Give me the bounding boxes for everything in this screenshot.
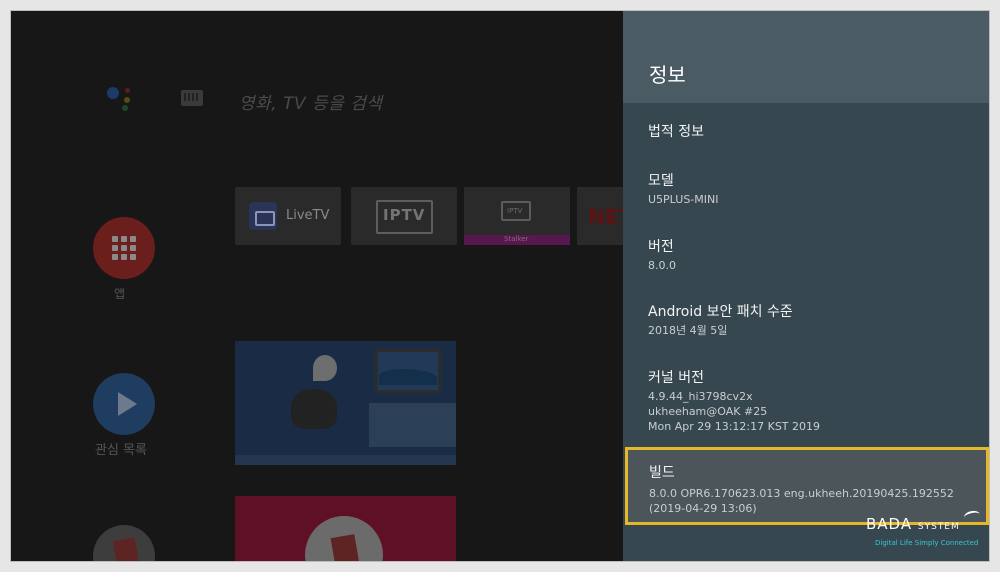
movies-poster[interactable]	[235, 496, 456, 561]
watermark-tagline: Digital Life Simply Connected	[875, 539, 979, 547]
film-icon	[112, 537, 140, 561]
stalker-label: Stalker	[504, 235, 529, 243]
menu-item-title: Android 보안 패치 수준	[648, 304, 793, 320]
menu-item-legal-info[interactable]: 법적 정보	[623, 121, 989, 151]
watchlist-button[interactable]	[93, 373, 155, 435]
menu-item-title: 커널 버전	[648, 370, 704, 386]
stalker-app-tile[interactable]: IPTV Stalker	[464, 187, 570, 245]
menu-item-security-patch[interactable]: Android 보안 패치 수준 2018년 4월 5일	[623, 301, 989, 341]
kernel-line: ukheeham@OAK #25	[648, 405, 768, 418]
menu-item-model[interactable]: 모델 U5PLUS-MINI	[623, 170, 989, 210]
menu-item-value: 8.0.0 OPR6.170623.013 eng.ukheeh.2019042…	[649, 486, 954, 516]
watchlist-poster[interactable]	[235, 341, 456, 465]
watchlist-label: 관심 목록	[95, 443, 147, 458]
google-assistant-icon[interactable]	[107, 85, 141, 115]
menu-item-title: 빌드	[649, 465, 675, 481]
livetv-label: LiveTV	[286, 208, 330, 223]
iptv-app-tile[interactable]: IPTV	[351, 187, 457, 245]
movies-button[interactable]	[93, 525, 155, 561]
menu-item-kernel-version[interactable]: 커널 버전 4.9.44_hi3798cv2x ukheeham@OAK #25…	[623, 367, 989, 437]
kernel-line: Mon Apr 29 13:12:17 KST 2019	[648, 420, 821, 433]
grid-icon	[112, 236, 136, 260]
apps-button[interactable]	[93, 217, 155, 279]
search-hint[interactable]: 영화, TV 등을 검색	[239, 89, 382, 114]
watermark-brand: BADA	[866, 515, 913, 533]
menu-item-value: 4.9.44_hi3798cv2x ukheeham@OAK #25 Mon A…	[648, 389, 820, 434]
apps-label: 앱	[114, 287, 126, 301]
build-line: 8.0.0 OPR6.170623.013 eng.ukheeh.2019042…	[649, 487, 954, 500]
tv-home-background: 영화, TV 등을 검색 앱 관심 목록 LiveTV IPTV IPTV St…	[11, 11, 632, 561]
menu-item-build[interactable]: 빌드 8.0.0 OPR6.170623.013 eng.ukheeh.2019…	[625, 447, 989, 525]
menu-item-value: 2018년 4월 5일	[648, 324, 728, 337]
play-icon	[118, 392, 137, 416]
menu-item-title: 법적 정보	[648, 124, 704, 140]
watermark-logo: BADA SYSTEM	[866, 515, 960, 533]
watermark-brand-suffix: SYSTEM	[917, 522, 960, 532]
heart-bubble-icon	[313, 355, 337, 381]
keyboard-icon[interactable]	[181, 90, 203, 106]
kernel-line: 4.9.44_hi3798cv2x	[648, 390, 753, 403]
page-title: 정보	[649, 63, 686, 87]
menu-item-title: 버전	[648, 239, 674, 255]
panel-header: 정보	[623, 11, 989, 103]
netflix-app-tile[interactable]: NET	[577, 187, 632, 245]
screen-frame: 영화, TV 등을 검색 앱 관심 목록 LiveTV IPTV IPTV St…	[10, 10, 990, 562]
film-icon	[305, 516, 383, 561]
iptv-label: IPTV	[383, 206, 426, 224]
menu-item-value: 8.0.0	[648, 259, 676, 272]
menu-item-title: 모델	[648, 173, 674, 189]
build-line: (2019-04-29 13:06)	[649, 502, 757, 515]
livetv-app-tile[interactable]: LiveTV	[235, 187, 341, 245]
menu-item-version[interactable]: 버전 8.0.0	[623, 236, 989, 276]
stalker-bar: Stalker	[464, 235, 570, 245]
stalker-icon-label: IPTV	[507, 207, 523, 215]
menu-item-value: U5PLUS-MINI	[648, 193, 719, 206]
settings-panel: 정보 법적 정보 모델 U5PLUS-MINI 버전 8.0.0 Android…	[623, 11, 989, 561]
tv-icon	[249, 202, 277, 230]
